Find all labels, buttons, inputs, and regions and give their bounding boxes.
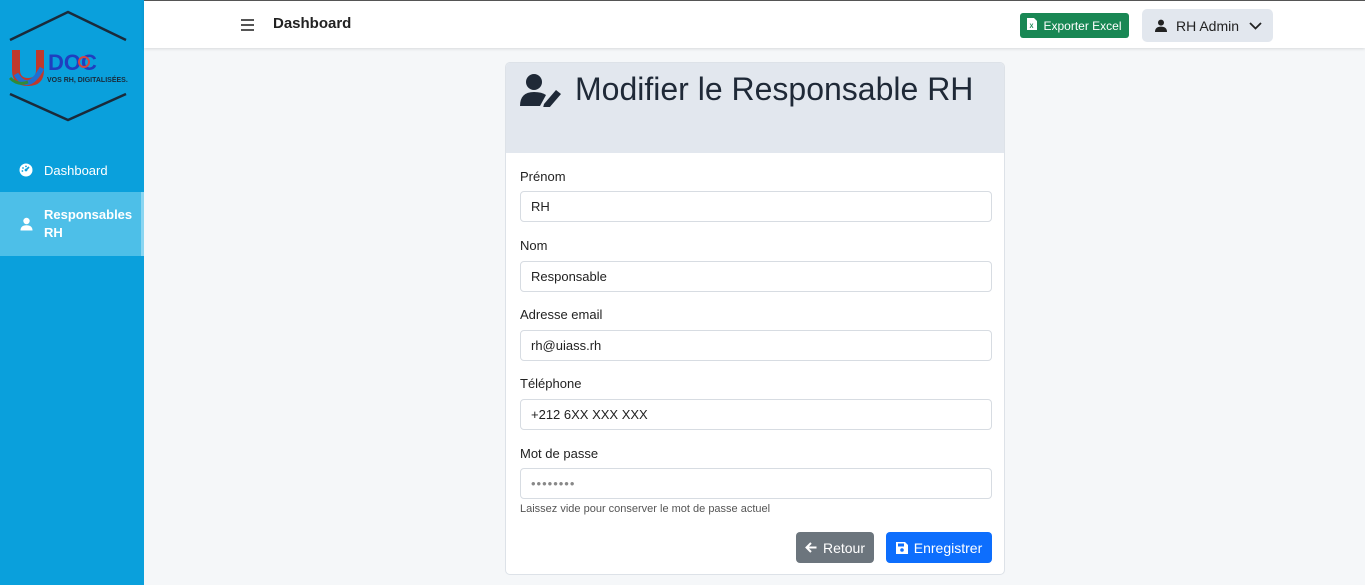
svg-text:VOS RH, DIGITALISÉES.: VOS RH, DIGITALISÉES. [47, 75, 128, 84]
password-input[interactable] [520, 468, 992, 499]
sidebar-item-dashboard[interactable]: Dashboard [0, 156, 144, 184]
sidebar-item-responsables-rh[interactable]: Responsables RH [0, 192, 144, 256]
user-icon [1155, 19, 1167, 32]
password-help-text: Laissez vide pour conserver le mot de pa… [520, 503, 771, 515]
edit-responsable-card: Modifier le Responsable RH Prénom Nom Ad… [505, 62, 1005, 575]
card-header: Modifier le Responsable RH [506, 63, 1004, 153]
label-password: Mot de passe [520, 446, 599, 461]
save-label: Enregistrer [913, 539, 983, 556]
export-excel-label: Exporter Excel [1043, 18, 1122, 33]
udoc-logo[interactable]: DOC VOS RH, DIGITALISÉES. [6, 8, 132, 124]
chevron-down-icon [1249, 21, 1262, 30]
label-prenom: Prénom [520, 169, 566, 184]
page-title: Dashboard [273, 15, 352, 32]
label-telephone: Téléphone [520, 376, 582, 391]
nom-input[interactable] [520, 261, 992, 292]
hamburger-menu-icon[interactable] [240, 15, 256, 35]
prenom-input[interactable] [520, 191, 992, 222]
file-excel-icon: X [1027, 18, 1038, 33]
telephone-input[interactable] [520, 399, 992, 430]
email-input[interactable] [520, 330, 992, 361]
user-menu-dropdown[interactable]: RH Admin [1142, 9, 1273, 42]
export-excel-button[interactable]: X Exporter Excel [1020, 13, 1129, 38]
sidebar-item-label: Dashboard [44, 162, 108, 178]
back-button[interactable]: Retour [796, 532, 874, 563]
floppy-disk-icon [895, 541, 908, 554]
label-email: Adresse email [520, 307, 603, 322]
form-title: Modifier le Responsable RH [575, 71, 974, 107]
save-button[interactable]: Enregistrer [886, 532, 992, 563]
user-name: RH Admin [1176, 17, 1240, 34]
back-label: Retour [822, 539, 866, 556]
sidebar: DOC VOS RH, DIGITALISÉES. Dashboard Resp [0, 0, 144, 585]
gauge-icon [18, 162, 34, 178]
sidebar-item-label: Responsables RH [44, 207, 133, 240]
arrow-left-icon [805, 542, 817, 553]
user-icon [18, 216, 34, 232]
svg-text:X: X [1030, 24, 1034, 30]
topbar: Dashboard X Exporter Excel RH Admin [144, 0, 1365, 48]
label-nom: Nom [520, 238, 548, 253]
